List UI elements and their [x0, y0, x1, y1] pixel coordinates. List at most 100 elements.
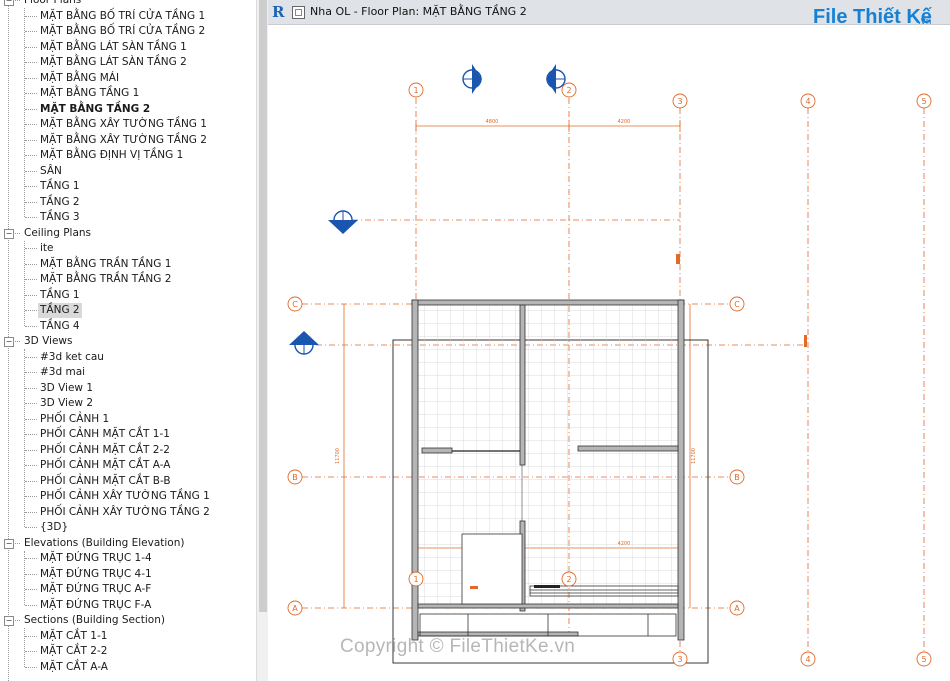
browser-view-item[interactable]: MẶT BẰNG TRẦN TẦNG 1	[0, 257, 256, 272]
browser-view-item[interactable]: MẶT ĐỨNG TRỤC A-F	[0, 582, 256, 597]
svg-text:4: 4	[805, 655, 810, 664]
browser-view-item[interactable]: PHỐI CẢNH XÂY TƯỜNG TẦNG 1	[0, 489, 256, 504]
browser-view-item[interactable]: MẶT ĐỨNG TRỤC 4-1	[0, 567, 256, 582]
browser-view-item[interactable]: 3D View 2	[0, 396, 256, 411]
wall-stub-left	[421, 447, 453, 454]
browser-view-item[interactable]: ite	[0, 241, 256, 256]
svg-text:B: B	[292, 473, 298, 482]
view-item-label: MẶT ĐỨNG TRỤC F-A	[40, 598, 152, 611]
browser-view-item[interactable]: TẦNG 1	[0, 288, 256, 303]
browser-view-item[interactable]: PHỐI CẢNH MẶT CẮT B-B	[0, 474, 256, 489]
browser-view-item[interactable]: PHỐI CẢNH MẶT CẮT A-A	[0, 458, 256, 473]
view-item-label: MẶT BẰNG TẦNG 2	[40, 102, 151, 115]
wall-north	[411, 299, 685, 306]
browser-view-item[interactable]: PHỐI CẢNH 1	[0, 412, 256, 427]
svg-text:1: 1	[413, 575, 418, 584]
view-item-label: #3d mai	[40, 366, 86, 378]
browser-view-item[interactable]: MẶT BẰNG BỐ TRÍ CỬA TẦNG 2	[0, 24, 256, 39]
browser-view-item[interactable]: TẦNG 1	[0, 179, 256, 194]
browser-view-item[interactable]: MẶT BẰNG TẦNG 1	[0, 86, 256, 101]
view-item-label: MẶT BẰNG TRẦN TẦNG 1	[40, 257, 172, 270]
svg-text:4: 4	[805, 97, 810, 106]
browser-view-item[interactable]: MẶT BẰNG LÁT SÀN TẦNG 2	[0, 55, 256, 70]
collapse-icon[interactable]: −	[4, 228, 14, 239]
browser-view-item[interactable]: {3D}	[0, 520, 256, 535]
floor-tile-pattern	[414, 302, 682, 608]
category-label: Sections (Building Section)	[24, 614, 165, 626]
view-item-label: 3D View 2	[40, 397, 94, 409]
browser-view-item[interactable]: SÂN	[0, 164, 256, 179]
browser-category[interactable]: −3D Views	[0, 334, 256, 349]
browser-view-item[interactable]: TẦNG 2	[0, 195, 256, 210]
browser-category[interactable]: − Ceiling Plans	[0, 226, 256, 241]
browser-view-item[interactable]: 3D View 1	[0, 381, 256, 396]
browser-view-item[interactable]: MẶT ĐỨNG TRỤC F-A	[0, 598, 256, 613]
category-label: 3D Views	[24, 335, 73, 347]
browser-view-item[interactable]: MẶT BẰNG LÁT SÀN TẦNG 1	[0, 40, 256, 55]
view-item-label: MẶT BẰNG LÁT SÀN TẦNG 2	[40, 56, 187, 68]
copyright-watermark: Copyright © FileThietKe.vn	[340, 636, 576, 657]
svg-text:1: 1	[413, 86, 418, 95]
browser-view-item[interactable]: MẶT BẰNG MÁI	[0, 71, 256, 86]
dimension-top-left: 4800	[486, 119, 499, 125]
view-item-label: PHỐI CẢNH MẶT CẮT 1-1	[40, 428, 170, 440]
grid-bubble-1-top: 1	[408, 82, 424, 98]
collapse-icon[interactable]: −	[4, 616, 14, 626]
scrollbar-thumb[interactable]	[259, 0, 267, 612]
browser-view-item[interactable]: MẶT BẰNG TẦNG 2	[0, 102, 256, 117]
browser-view-item[interactable]: MẶT BẰNG TRẦN TẦNG 2	[0, 272, 256, 287]
view-item-label: 3D View 1	[40, 381, 94, 394]
browser-category[interactable]: − Floor Plans	[0, 0, 256, 8]
section-marker-1-icon	[462, 64, 482, 94]
browser-view-item[interactable]: MẶT CẮT A-A	[0, 660, 256, 675]
grid-bubble-B-left: B	[287, 469, 303, 485]
category-label: Floor Plans	[24, 0, 82, 6]
browser-view-item[interactable]: MẶT CẮT 1-1	[0, 629, 256, 644]
view-item-label: MẶT BẰNG BỐ TRÍ CỬA TẦNG 2	[40, 25, 206, 37]
view-item-label: MẶT CẮT 2-2	[40, 645, 108, 657]
svg-text:B: B	[734, 473, 740, 482]
browser-view-item[interactable]: PHỐI CẢNH XÂY TƯỜNG TẦNG 2	[0, 505, 256, 520]
svg-text:3: 3	[677, 655, 682, 664]
browser-view-item[interactable]: PHỐI CẢNH MẶT CẮT 2-2	[0, 443, 256, 458]
stair-box	[461, 533, 523, 605]
collapse-icon[interactable]: −	[4, 538, 14, 549]
drawing-view[interactable]: R Nha OL - Floor Plan: MẶT BẰNG TẦNG 2 F…	[268, 0, 950, 681]
grid-bubble-C-left: C	[287, 296, 303, 312]
browser-view-item[interactable]: MẶT BẰNG XÂY TƯỜNG TẦNG 1	[0, 117, 256, 132]
browser-category[interactable]: − Elevations (Building Elevation)	[0, 536, 256, 551]
view-item-label: TẦNG 1	[40, 180, 80, 192]
collapse-icon[interactable]: −	[4, 337, 14, 347]
view-item-label: PHỐI CẢNH MẶT CẮT 2-2	[40, 443, 170, 456]
browser-view-item[interactable]: TẦNG 3	[0, 210, 256, 225]
browser-view-item[interactable]: MẶT BẰNG BỐ TRÍ CỬA TẦNG 1	[0, 9, 256, 24]
svg-text:C: C	[292, 300, 298, 309]
dimension-side-right: 11700	[691, 448, 697, 464]
browser-view-item[interactable]: MẶT BẰNG XÂY TƯỜNG TẦNG 2	[0, 133, 256, 148]
browser-view-item[interactable]: TẦNG 2	[0, 303, 256, 318]
grid-bubble-3-top: 3	[672, 93, 688, 109]
view-item-label: {3D}	[40, 521, 69, 533]
view-item-label: PHỐI CẢNH 1	[40, 412, 110, 425]
view-item-label: PHỐI CẢNH MẶT CẮT B-B	[40, 474, 171, 487]
browser-view-item[interactable]: MẶT ĐỨNG TRỤC 1-4	[0, 551, 256, 566]
browser-view-item[interactable]: MẶT BẰNG ĐỊNH VỊ TẦNG 1	[0, 148, 256, 163]
view-title: Nha OL - Floor Plan: MẶT BẰNG TẦNG 2	[310, 5, 527, 18]
view-title-bar: R Nha OL - Floor Plan: MẶT BẰNG TẦNG 2 F…	[268, 0, 950, 28]
browser-view-item[interactable]: PHỐI CẢNH MẶT CẮT 1-1	[0, 427, 256, 442]
grid-bubble-4-top: 4	[800, 93, 816, 109]
browser-category[interactable]: − Sections (Building Section)	[0, 613, 256, 628]
browser-view-item[interactable]: #3d mai	[0, 365, 256, 380]
browser-view-item[interactable]: MẶT CẮT 2-2	[0, 644, 256, 659]
browser-view-item[interactable]: #3d ket cau	[0, 350, 256, 365]
grid-bubble-1-bottom: 1	[408, 571, 424, 587]
view-item-label: MẶT BẰNG XÂY TƯỜNG TẦNG 1	[40, 118, 207, 130]
view-item-label: ite	[40, 242, 54, 254]
svg-text:A: A	[292, 604, 298, 613]
wall-east	[677, 299, 685, 641]
browser-view-item[interactable]: TẦNG 4	[0, 319, 256, 334]
view-item-label: TẦNG 3	[40, 211, 80, 223]
grid-bubble-A-right: A	[729, 600, 745, 616]
view-item-label: MẶT CẮT A-A	[40, 660, 108, 673]
floor-plan-canvas[interactable]: 4800 4200 11700 11700 4800 4200	[268, 24, 950, 681]
